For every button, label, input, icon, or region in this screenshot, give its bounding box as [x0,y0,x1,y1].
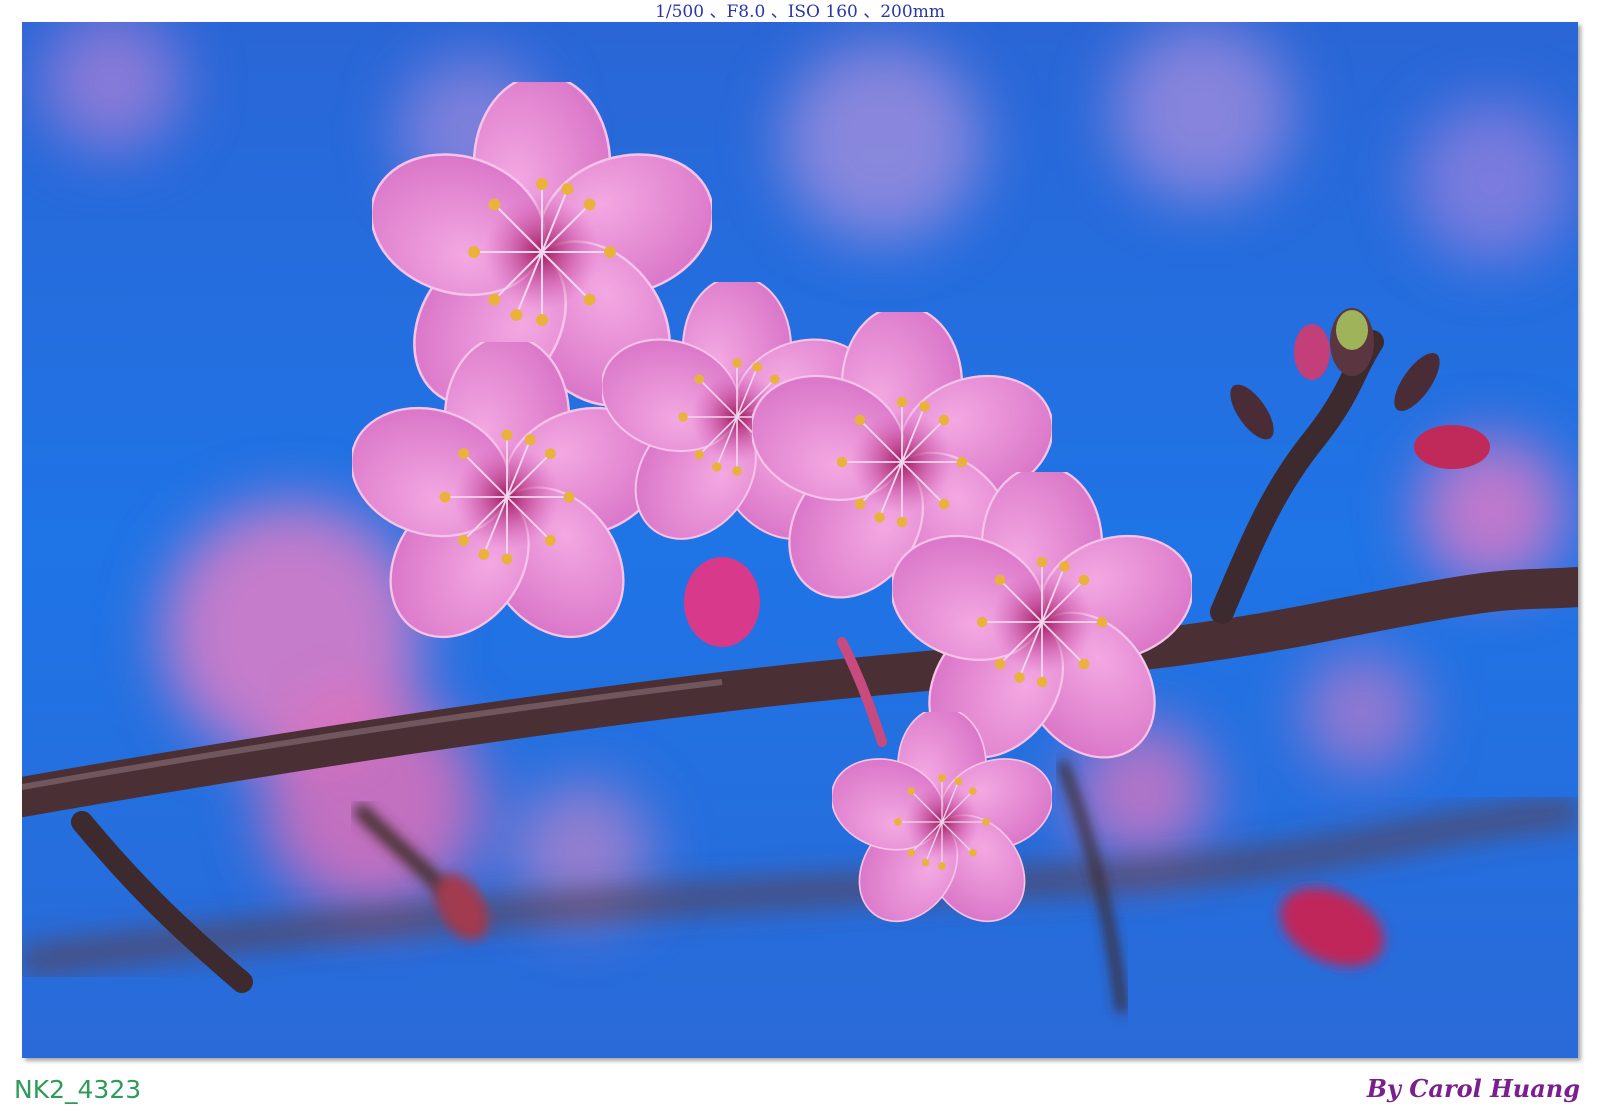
exif-caption: 1/500 、F8.0 、ISO 160 、200mm [655,2,945,22]
file-id-label: NK2_4323 [14,1075,142,1104]
cherry-blossom-illustration [22,22,1578,1058]
photo-frame: 1/500 、F8.0 、ISO 160 、200mm NK2_4323 By … [0,0,1600,1119]
photographer-credit: By Carol Huang [1366,1074,1580,1103]
photo [22,22,1578,1058]
